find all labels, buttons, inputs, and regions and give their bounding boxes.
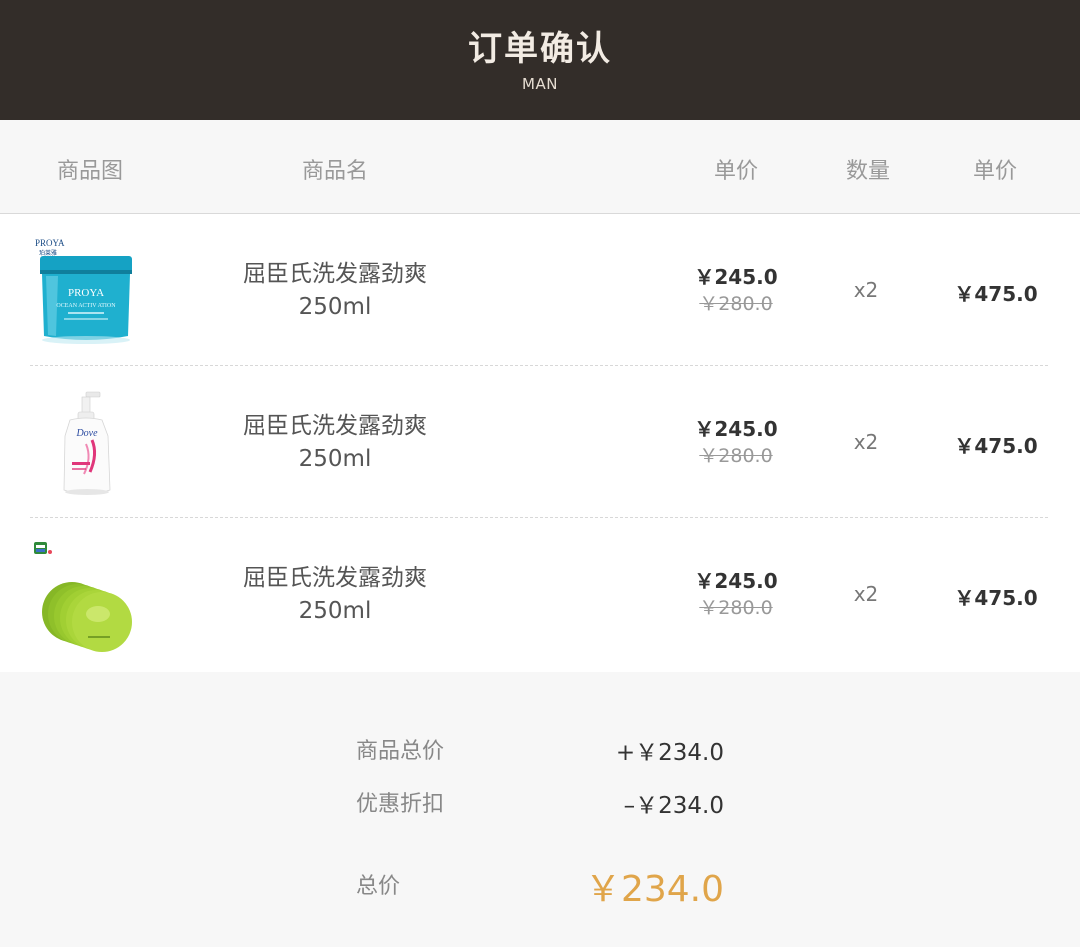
unit-price: ￥245.0 ￥280.0 (694, 264, 777, 318)
quantity: x2 (853, 430, 879, 454)
current-price: ￥245.0 (694, 569, 778, 593)
product-name: 屈臣氏洗发露劲爽 250ml (243, 562, 427, 628)
brand-logo-text: PROYA (35, 238, 65, 248)
column-name: 商品名 (301, 159, 369, 184)
column-image: 商品图 (56, 159, 124, 184)
page-header: 订单确认 MAN (0, 0, 1080, 120)
current-price: ￥245.0 (694, 265, 778, 289)
table-row: PROYA 珀莱雅 PROYA OCEAN ACTIV ATION 屈臣氏洗发露… (30, 214, 1048, 366)
original-price: ￥280.0 (699, 293, 773, 315)
product-name-line1: 屈臣氏洗发露劲爽 (243, 413, 427, 439)
table-row: Dove 屈臣氏洗发露劲爽 250ml ￥245.0 ￥280.0 x2 ￥47… (30, 366, 1048, 518)
original-price: ￥280.0 (699, 445, 773, 467)
product-name: 屈臣氏洗发露劲爽 250ml (243, 258, 427, 324)
goods-total-value: +￥234.0 (615, 740, 724, 766)
subtotal: ￥475.0 (954, 586, 1038, 610)
goods-total-label: 商品总价 (356, 739, 445, 764)
page-subtitle: MAN (522, 75, 558, 93)
total-label: 总价 (356, 874, 401, 899)
quantity: x2 (853, 278, 879, 302)
brand-cn-text: 珀莱雅 (39, 249, 57, 257)
subtotal: ￥475.0 (954, 282, 1038, 306)
discount-label: 优惠折扣 (356, 792, 445, 817)
bottle-icon: Dove (63, 391, 111, 495)
order-item-list: PROYA 珀莱雅 PROYA OCEAN ACTIV ATION 屈臣氏洗发露… (0, 214, 1080, 672)
original-price: ￥280.0 (699, 597, 773, 619)
mask-pack-icon (34, 542, 132, 652)
discount-value: –￥234.0 (623, 793, 724, 819)
table-row: 屈臣氏洗发露劲爽 250ml ￥245.0 ￥280.0 x2 ￥475.0 (30, 518, 1048, 672)
unit-price: ￥245.0 ￥280.0 (694, 416, 777, 470)
current-price: ￥245.0 (694, 417, 778, 441)
product-name-line1: 屈臣氏洗发露劲爽 (243, 565, 427, 591)
column-quantity: 数量 (845, 159, 891, 184)
product-name-line2: 250ml (298, 446, 372, 472)
quantity: x2 (853, 582, 879, 606)
page-title: 订单确认 (468, 29, 612, 69)
total-value: ￥234.0 (584, 869, 724, 910)
subtotal: ￥475.0 (954, 434, 1038, 458)
jar-icon: PROYA 珀莱雅 PROYA OCEAN ACTIV ATION (35, 238, 132, 344)
dove-logo-text: Dove (75, 428, 98, 439)
unit-price: ￥245.0 ￥280.0 (694, 568, 777, 622)
product-name: 屈臣氏洗发露劲爽 250ml (243, 410, 427, 476)
product-name-line2: 250ml (298, 294, 372, 320)
jar-brand-text: PROYA (68, 287, 104, 299)
product-name-line1: 屈臣氏洗发露劲爽 (243, 261, 427, 287)
table-header: 商品图 商品名 单价 数量 单价 (0, 120, 1080, 214)
product-image-face-mask[interactable] (32, 540, 136, 652)
product-image-dove-bottle[interactable]: Dove (32, 388, 136, 500)
product-name-line2: 250ml (298, 598, 372, 624)
order-summary: 商品总价 +￥234.0 优惠折扣 –￥234.0 总价 ￥234.0 (0, 672, 1080, 947)
column-subtotal: 单价 (972, 159, 1018, 184)
column-unit-price: 单价 (713, 159, 759, 184)
jar-product-text: OCEAN ACTIV ATION (56, 303, 116, 309)
product-image-proya-jar[interactable]: PROYA 珀莱雅 PROYA OCEAN ACTIV ATION (32, 236, 136, 348)
